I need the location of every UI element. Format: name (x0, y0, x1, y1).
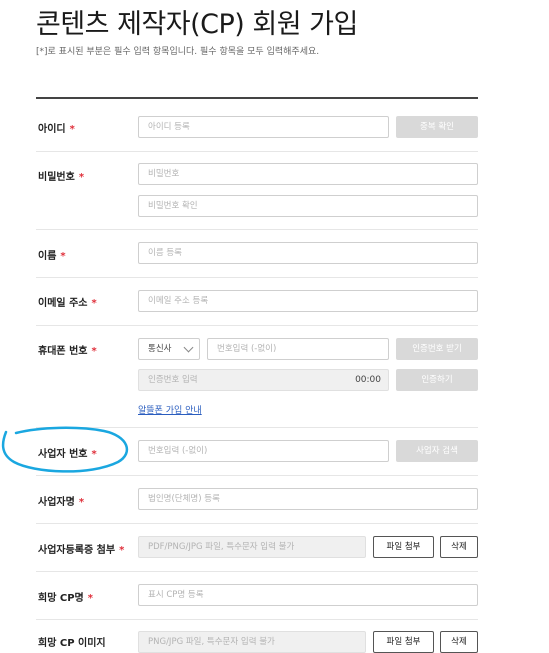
row-divider (36, 523, 478, 524)
id-input[interactable]: 아이디 등록 (138, 116, 389, 138)
cp-name-label: 희망 CP명 * (38, 593, 93, 604)
cp-image-label: 희망 CP 이미지 (38, 638, 106, 649)
carrier-select[interactable]: 통신사 (138, 338, 200, 360)
business-cert-attach-button[interactable]: 파일 첨부 (373, 536, 434, 558)
form-top-rule (36, 97, 478, 99)
name-input[interactable]: 이름 등록 (138, 242, 478, 264)
password-input[interactable]: 비밀번호 (138, 163, 478, 185)
business-cert-file-field: PDF/PNG/JPG 파일, 특수문자 입력 불가 (138, 536, 366, 558)
request-code-button[interactable]: 인증번호 받기 (396, 338, 478, 360)
id-duplicate-check-button[interactable]: 중복 확인 (396, 116, 478, 138)
row-divider (36, 571, 478, 572)
chevron-down-icon (183, 342, 194, 353)
cp-image-file-field: PNG/JPG 파일, 특수문자 입력 불가 (138, 631, 366, 653)
cp-image-attach-button[interactable]: 파일 첨부 (373, 631, 434, 653)
business-name-label: 사업자명 * (38, 497, 85, 508)
carrier-selected-value: 통신사 (148, 344, 172, 354)
password-label: 비밀번호 * (38, 172, 85, 183)
required-mark: * (91, 346, 97, 357)
required-notice: [*]로 표시된 부분은 필수 입력 항목입니다. 필수 항목을 모두 입력해주… (36, 47, 320, 57)
phone-label: 휴대폰 번호 * (38, 346, 97, 357)
email-label: 이메일 주소 * (38, 298, 97, 309)
business-name-input[interactable]: 법인명(단체명) 등록 (138, 488, 478, 510)
required-mark: * (91, 298, 97, 309)
required-mark: * (119, 545, 125, 556)
verification-timer: 00:00 (355, 375, 381, 385)
business-search-button[interactable]: 사업자 검색 (396, 440, 478, 462)
mvno-guide-link[interactable]: 알뜰폰 가입 안내 (138, 403, 202, 416)
verify-button[interactable]: 인증하기 (396, 369, 478, 391)
annotation-circle (1, 426, 129, 473)
required-mark: * (60, 251, 66, 262)
required-mark: * (87, 593, 93, 604)
required-mark: * (78, 497, 85, 508)
required-mark: * (78, 172, 85, 183)
cp-image-delete-button[interactable]: 삭제 (440, 631, 478, 653)
business-cert-delete-button[interactable]: 삭제 (440, 536, 478, 558)
name-label: 이름 * (38, 251, 66, 262)
cp-name-input[interactable]: 표시 CP명 등록 (138, 584, 478, 606)
business-number-input[interactable]: 번호입력 (-없이) (138, 440, 389, 462)
row-divider (36, 229, 478, 230)
row-divider (36, 325, 478, 326)
page-title: 콘텐츠 제작자(CP) 회원 가입 (36, 9, 358, 40)
password-confirm-input[interactable]: 비밀번호 확인 (138, 195, 478, 217)
required-mark: * (69, 124, 75, 135)
id-label: 아이디 * (38, 124, 75, 135)
row-divider (36, 619, 478, 620)
business-cert-label: 사업자등록증 첨부 * (38, 545, 125, 556)
verification-code-placeholder: 인증번호 입력 (148, 375, 198, 385)
phone-number-input[interactable]: 번호입력 (-없이) (207, 338, 389, 360)
row-divider (36, 277, 478, 278)
verification-code-input[interactable]: 인증번호 입력 00:00 (138, 369, 389, 391)
email-input[interactable]: 이메일 주소 등록 (138, 290, 478, 312)
row-divider (36, 151, 478, 152)
